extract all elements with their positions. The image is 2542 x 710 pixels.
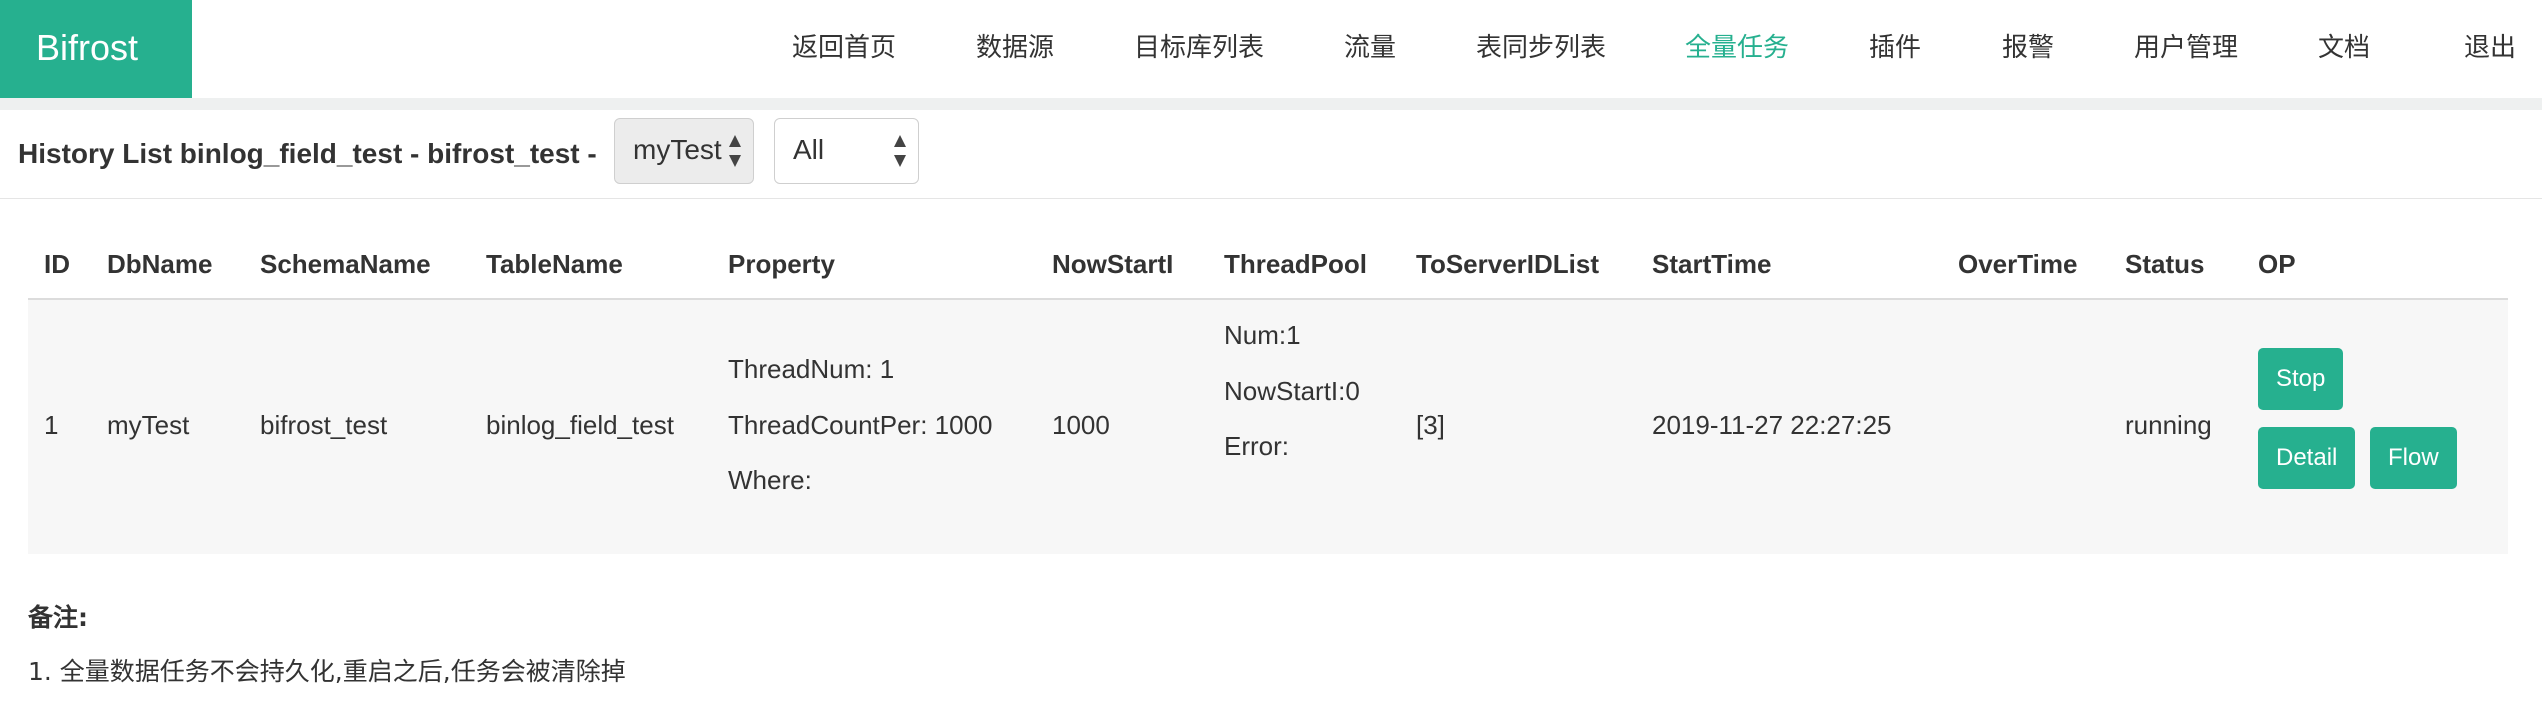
cell-id: 1	[44, 410, 59, 440]
select-arrows-icon	[729, 133, 743, 169]
col-header-overtime: OverTime	[1958, 249, 2078, 279]
db-select[interactable]: myTest	[614, 118, 754, 184]
table-row: 1 myTest bifrost_test binlog_field_test …	[28, 300, 2508, 554]
cell-nowstarti: 1000	[1052, 410, 1110, 440]
note-item: 1. 全量数据任务不会持久化,重启之后,任务会被清除掉	[28, 657, 626, 686]
status-select[interactable]: All	[774, 118, 919, 184]
nav-item-docs[interactable]: 文档	[2318, 0, 2370, 98]
cell-dbname: myTest	[107, 410, 190, 440]
header-divider	[0, 98, 2542, 110]
col-header-schemaname: SchemaName	[260, 249, 431, 279]
cell-toserveridlist: [3]	[1416, 410, 1445, 440]
col-header-tablename: TableName	[486, 249, 623, 279]
nav-item-flow[interactable]: 流量	[1344, 0, 1396, 98]
cell-property-threadcountper: ThreadCountPer: 1000	[728, 410, 993, 440]
nav-item-alarms[interactable]: 报警	[2002, 0, 2054, 98]
cell-threadpool-nowstarti: NowStartI:0	[1224, 376, 1360, 406]
db-select-value: myTest	[633, 134, 722, 165]
col-header-id: ID	[44, 249, 70, 279]
history-table: ID DbName SchemaName TableName Property …	[28, 234, 2508, 554]
cell-schemaname: bifrost_test	[260, 410, 388, 440]
nav-item-full-tasks[interactable]: 全量任务	[1685, 0, 1789, 98]
flow-button[interactable]: Flow	[2370, 427, 2457, 489]
status-select-value: All	[793, 134, 825, 165]
col-header-toserveridlist: ToServerIDList	[1416, 249, 1600, 279]
col-header-starttime: StartTime	[1652, 249, 1772, 279]
page-title: History List binlog_field_test - bifrost…	[18, 138, 597, 169]
cell-property-threadnum: ThreadNum: 1	[728, 354, 895, 384]
nav-item-logout[interactable]: 退出	[2464, 0, 2516, 98]
nav-item-user-management[interactable]: 用户管理	[2134, 0, 2238, 98]
col-header-nowstarti: NowStartI	[1052, 249, 1174, 279]
cell-status: running	[2125, 410, 2212, 440]
nav-item-home[interactable]: 返回首页	[792, 0, 896, 98]
cell-threadpool-error: Error:	[1224, 431, 1289, 461]
table-header-row: ID DbName SchemaName TableName Property …	[28, 234, 2508, 300]
detail-button[interactable]: Detail	[2258, 427, 2356, 489]
nav-item-plugins[interactable]: 插件	[1869, 0, 1921, 98]
col-header-status: Status	[2125, 249, 2205, 279]
nav-item-datasource[interactable]: 数据源	[976, 0, 1054, 98]
col-header-dbname: DbName	[107, 249, 213, 279]
top-navbar: Bifrost 返回首页 数据源 目标库列表 流量 表同步列表 全量任务 插件 …	[0, 0, 2542, 98]
select-arrows-icon	[894, 133, 908, 169]
nav-item-target-list[interactable]: 目标库列表	[1134, 0, 1264, 98]
col-header-op: OP	[2258, 249, 2296, 279]
nav-item-table-sync-list[interactable]: 表同步列表	[1476, 0, 1606, 98]
col-header-property: Property	[728, 249, 835, 279]
cell-threadpool-num: Num:1	[1224, 320, 1301, 350]
col-header-threadpool: ThreadPool	[1224, 249, 1368, 279]
page-toolbar: History List binlog_field_test - bifrost…	[0, 110, 2542, 199]
cell-property-where: Where:	[728, 465, 812, 495]
cell-starttime: 2019-11-27 22:27:25	[1652, 410, 1892, 440]
app-logo[interactable]: Bifrost	[0, 0, 192, 98]
notes-title: 备注:	[28, 603, 88, 632]
cell-tablename: binlog_field_test	[486, 410, 674, 440]
stop-button[interactable]: Stop	[2258, 348, 2344, 410]
